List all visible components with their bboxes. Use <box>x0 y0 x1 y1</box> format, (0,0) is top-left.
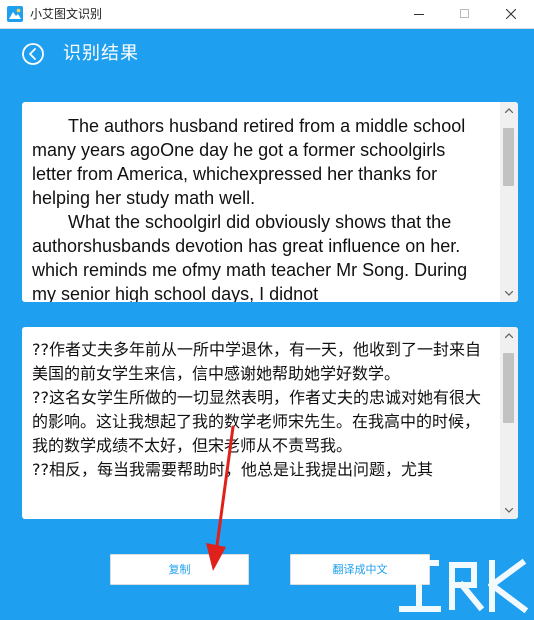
translated-text-scrollbar[interactable] <box>500 327 518 519</box>
recognized-paragraph: The authors husband retired from a middl… <box>32 116 466 208</box>
app-logo-icon <box>7 6 23 22</box>
chevron-down-icon <box>505 508 513 513</box>
translated-text-panel[interactable]: ??作者丈夫多年前从一所中学退休，有一天，他收到了一封来自美国的前女学生来信，信… <box>22 327 518 519</box>
maximize-button[interactable] <box>442 0 488 28</box>
minimize-button[interactable] <box>396 0 442 28</box>
scroll-thumb[interactable] <box>503 128 514 186</box>
recognized-text-scrollbar[interactable] <box>500 102 518 302</box>
close-icon <box>506 9 516 19</box>
chevron-up-icon <box>505 333 513 338</box>
window-titlebar: 小艾图文识别 <box>0 0 534 29</box>
translated-text-area[interactable]: ??作者丈夫多年前从一所中学退休，有一天，他收到了一封来自美国的前女学生来信，信… <box>32 338 482 519</box>
scroll-thumb[interactable] <box>503 353 514 423</box>
copy-button[interactable]: 复制 <box>110 554 249 585</box>
scroll-up-button[interactable] <box>500 102 518 119</box>
translated-paragraph: ??作者丈夫多年前从一所中学退休，有一天，他收到了一封来自美国的前女学生来信，信… <box>32 340 481 383</box>
translate-button[interactable]: 翻译成中文 <box>290 554 430 585</box>
translated-paragraph: ??这名女学生所做的一切显然表明，作者丈夫的忠诚对她有很大的影响。这让我想起了我… <box>32 388 481 455</box>
recognized-text-area[interactable]: The authors husband retired from a middl… <box>32 114 482 302</box>
chevron-down-icon <box>505 291 513 296</box>
scroll-down-button[interactable] <box>500 502 518 519</box>
back-arrow-icon[interactable] <box>22 43 44 65</box>
recognized-paragraph: What the schoolgirl did obviously shows … <box>32 212 468 302</box>
window-title: 小艾图文识别 <box>30 7 103 21</box>
translated-paragraph: ??相反，每当我需要帮助时，他总是让我提出问题，尤其 <box>32 460 433 479</box>
recognized-text-panel[interactable]: The authors husband retired from a middl… <box>22 102 518 302</box>
scroll-up-button[interactable] <box>500 327 518 344</box>
scroll-down-button[interactable] <box>500 285 518 302</box>
close-button[interactable] <box>488 0 534 28</box>
page-title: 识别结果 <box>63 43 139 64</box>
chevron-up-icon <box>505 108 513 113</box>
